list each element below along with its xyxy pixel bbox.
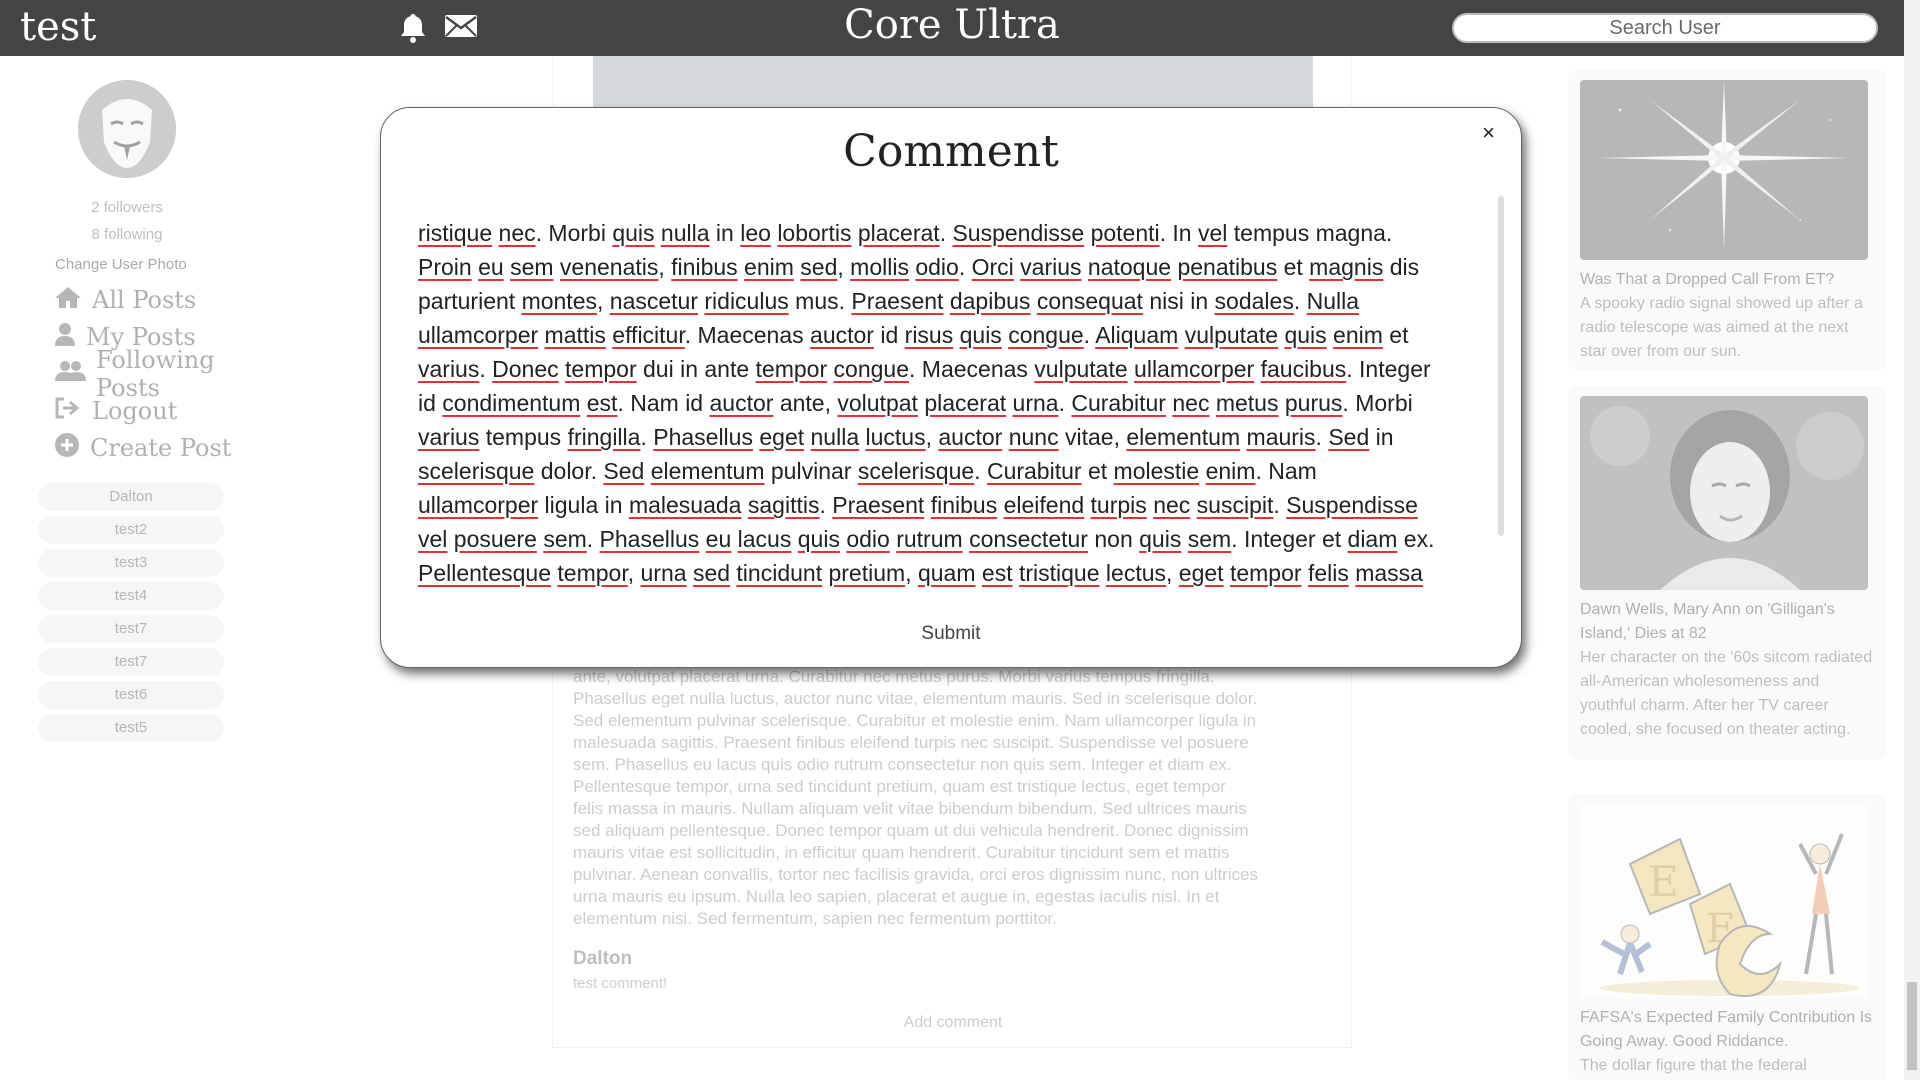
page-scrollbar-thumb[interactable] [1907,982,1917,1070]
plus-circle-icon [54,432,80,464]
sidebar-item-label: Following Posts [96,345,215,402]
news-description: The dollar figure that the federal [1580,1057,1807,1074]
news-title[interactable]: Was That a Dropped Call From ET? [1580,268,1874,292]
user-pill[interactable]: Dalton [38,483,224,511]
news-title[interactable]: Dawn Wells, Mary Ann on 'Gilligan's Isla… [1580,598,1874,646]
news-card[interactable]: E F FAFSA's Expected Family Contribution… [1568,794,1886,1080]
post-body-line: Phasellus eget nulla luctus, auctor nunc… [573,689,1258,708]
users-icon [54,359,86,389]
comment-text-line: ullamcorper ligula in malesuada sagittis… [418,492,1418,518]
comment-textarea-scrollbar[interactable] [1496,196,1506,536]
close-icon[interactable]: × [1482,120,1495,146]
logout-icon [54,396,82,426]
submit-button[interactable]: Submit [381,623,1521,645]
post-body-line: pulvinar. Aenean convallis, tortor nec f… [573,865,1259,884]
sidebar-item-create-post[interactable]: Create Post [54,429,260,466]
user-pill[interactable]: test7 [38,615,224,643]
post-body-line: elementum nisi. Sed fermentum, sapien ne… [573,909,1057,928]
post-body-line: urna mauris eu ipsum. Nulla leo sapien, … [573,887,1220,906]
post-body-line: malesuada sagittis. Praesent finibus ele… [573,733,1249,752]
comment-text-line: id condimentum est. Nam id auctor ante, … [418,390,1413,416]
news-title[interactable]: FAFSA's Expected Family Contribution Is … [1580,1006,1874,1054]
bell-icon[interactable] [398,12,428,49]
top-icons [398,12,478,49]
search-user-input[interactable] [1452,13,1878,43]
news-image-portrait [1580,396,1868,590]
news-description: Her character on the '60s sitcom radiate… [1580,649,1873,738]
followers-count[interactable]: 2 followers [0,199,254,216]
sidebar-item-label: Logout [92,396,178,425]
post-body: ante, volutpat placerat urna. Curabitur … [573,666,1338,930]
comment-text-line: parturient montes, nascetur ridiculus mu… [418,288,1360,314]
comment-text-line: ristique nec. Morbi quis nulla in leo lo… [418,220,1393,246]
comment-text-line: Pellentesque tempor, urna sed tincidunt … [418,560,1423,586]
sidebar-item-label: Create Post [90,433,232,462]
comment-textarea[interactable]: ristique nec. Morbi quis nulla in leo lo… [418,216,1492,606]
post-body-line: Pellentesque tempor, urna sed tincidunt … [573,777,1226,796]
comment-text-line: vel posuere sem. Phasellus eu lacus quis… [418,526,1435,552]
comment-text-line: Proin eu sem venenatis, finibus enim sed… [418,254,1420,280]
news-description: A spooky radio signal showed up after a … [1580,295,1863,360]
news-image-illustration: E F [1580,804,1868,998]
user-pill[interactable]: test3 [38,549,224,577]
user-pill[interactable]: test4 [38,582,224,610]
following-count[interactable]: 8 following [0,226,254,243]
comment-text-line: varius tempus fringilla. Phasellus eget … [418,424,1394,450]
sidebar-item-all-posts[interactable]: All Posts [54,281,260,318]
modal-title: Comment [843,126,1059,177]
comment-modal: Comment × ristique nec. Morbi quis nulla… [380,107,1522,668]
user-pill[interactable]: test6 [38,681,224,709]
user-list: Dalton test2 test3 test4 test7 test7 tes… [38,483,224,747]
sidebar-nav: All Posts My Posts Following Posts Logou… [54,281,260,466]
post-body-line: sed aliquam pellentesque. Donec tempor q… [573,821,1249,840]
comment-text: test comment! [573,975,668,992]
user-icon [54,322,76,352]
comment-author[interactable]: Dalton [573,948,632,970]
avatar[interactable] [78,80,176,178]
svg-text:E: E [1648,857,1679,906]
page-scrollbar[interactable] [1904,0,1920,1080]
comment-textarea-scrollbar-thumb[interactable] [1498,196,1504,536]
comment-text-line: varius. Donec tempor dui in ante tempor … [418,356,1431,382]
news-image-star [1580,80,1868,260]
post-body-line: sem. Phasellus eu lacus quis odio rutrum… [573,755,1232,774]
top-navbar: test Core Ultra [0,0,1904,56]
home-icon [54,285,82,315]
post-body-line: Sed elementum pulvinar scelerisque. Cura… [573,711,1257,730]
change-user-photo-link[interactable]: Change User Photo [55,256,187,273]
news-card[interactable]: Dawn Wells, Mary Ann on 'Gilligan's Isla… [1568,386,1886,760]
brand-logo[interactable]: test [20,2,96,52]
post-body-line: mauris vitae est sollicitudin, in effici… [573,843,1230,862]
post-body-line: felis massa in mauris. Nullam aliquam ve… [573,799,1247,818]
sidebar-item-following-posts[interactable]: Following Posts [54,346,260,402]
user-pill[interactable]: test2 [38,516,224,544]
news-card[interactable]: Was That a Dropped Call From ET? A spook… [1568,70,1886,370]
add-comment-button[interactable]: Add comment [553,1014,1353,1032]
mail-icon[interactable] [444,12,478,49]
user-pill[interactable]: test5 [38,714,224,742]
comment-text-line: ullamcorper mattis efficitur. Maecenas a… [418,322,1409,348]
sidebar-item-label: All Posts [92,285,197,314]
comment-text-line: scelerisque dolor. Sed elementum pulvina… [418,458,1317,484]
post-body-line: ante, volutpat placerat urna. Curabitur … [573,667,1215,686]
user-pill[interactable]: test7 [38,648,224,676]
